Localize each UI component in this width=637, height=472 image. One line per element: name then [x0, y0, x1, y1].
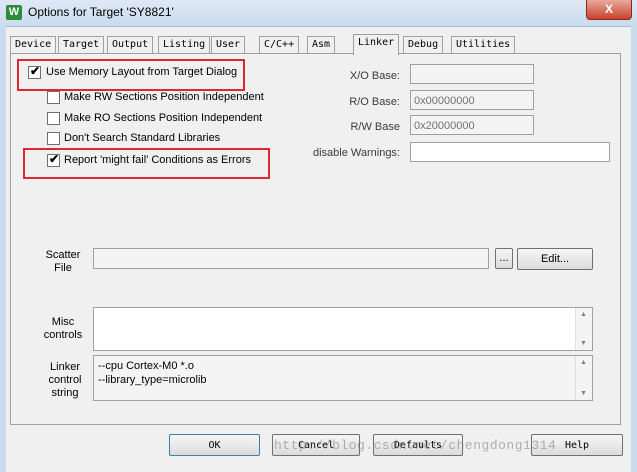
scatter-label-line2: File: [54, 262, 72, 274]
scroll-down-icon[interactable]: ▼: [580, 340, 587, 347]
ro-base-label: R/O Base:: [349, 96, 400, 108]
scatter-label-line1: Scatter: [45, 249, 81, 261]
rw-base-label: R/W Base: [350, 121, 400, 133]
tab-c-cpp[interactable]: C/C++: [259, 36, 300, 53]
rw-base-input[interactable]: 0x20000000: [410, 115, 534, 135]
scroll-up-icon[interactable]: ▲: [580, 311, 587, 318]
tab-user[interactable]: User: [211, 36, 246, 53]
ro-base-input[interactable]: 0x00000000: [410, 90, 534, 110]
linker-label-line2: control: [48, 374, 82, 386]
tab-asm[interactable]: Asm: [307, 36, 336, 53]
linker-control-line: --library_type=microlib: [98, 374, 207, 386]
watermark-text: http://blog.csdn.net/chengdong1314: [274, 438, 557, 453]
scatter-file-input[interactable]: [93, 248, 489, 269]
close-button[interactable]: X: [586, 0, 632, 20]
scatter-browse-button[interactable]: ...: [495, 248, 513, 269]
tab-listing[interactable]: Listing: [158, 36, 211, 53]
linker-control-textarea[interactable]: --cpu Cortex-M0 *.o --library_type=micro…: [93, 355, 593, 401]
tab-linker[interactable]: Linker: [353, 34, 400, 55]
disable-warnings-input[interactable]: [410, 142, 610, 162]
tab-device[interactable]: Device: [10, 36, 57, 53]
scroll-down-icon[interactable]: ▼: [580, 390, 587, 397]
window-frame-right: [631, 26, 637, 472]
ok-button[interactable]: OK: [169, 434, 260, 456]
rw-independent-checkbox[interactable]: [47, 91, 60, 104]
xo-base-label: X/O Base:: [349, 70, 400, 82]
use-memory-layout-checkbox[interactable]: ✔: [28, 64, 41, 79]
dont-search-std-checkbox[interactable]: [47, 132, 60, 145]
checkmark-icon: ✔: [49, 152, 60, 166]
dont-search-std-label: Don't Search Standard Libraries: [64, 132, 221, 144]
checkmark-icon: ✔: [30, 64, 41, 78]
tab-target[interactable]: Target: [58, 36, 105, 53]
rw-independent-label: Make RW Sections Position Independent: [64, 91, 264, 103]
scroll-up-icon[interactable]: ▲: [580, 359, 587, 366]
misc-label-line1: Misc: [51, 316, 75, 328]
linker-scrollbar[interactable]: ▲ ▼: [575, 356, 592, 400]
disable-warnings-label: disable Warnings:: [312, 147, 400, 159]
linker-label-line1: Linker: [50, 361, 80, 373]
linker-label-line3: string: [51, 387, 79, 399]
might-fail-label: Report 'might fail' Conditions as Errors: [64, 154, 251, 166]
window-frame-left: [0, 26, 6, 472]
misc-scrollbar[interactable]: ▲ ▼: [575, 308, 592, 350]
misc-controls-textarea[interactable]: ▲ ▼: [93, 307, 593, 351]
might-fail-checkbox[interactable]: ✔: [47, 152, 60, 167]
linker-control-line: --cpu Cortex-M0 *.o: [98, 360, 194, 372]
tab-debug[interactable]: Debug: [403, 36, 444, 53]
misc-controls-label: Misc controls: [30, 316, 96, 342]
app-icon: W: [6, 5, 22, 20]
ro-independent-label: Make RO Sections Position Independent: [64, 112, 263, 124]
tab-utilities[interactable]: Utilities: [451, 36, 516, 53]
linker-control-label: Linker control string: [30, 361, 100, 400]
misc-label-line2: controls: [43, 329, 83, 341]
window-title: Options for Target 'SY8821': [28, 5, 174, 19]
use-memory-layout-label: Use Memory Layout from Target Dialog: [46, 66, 238, 78]
scatter-file-label: Scatter File: [30, 249, 96, 275]
ro-independent-checkbox[interactable]: [47, 112, 60, 125]
scatter-edit-button[interactable]: Edit...: [517, 248, 593, 270]
tab-output[interactable]: Output: [107, 36, 154, 53]
xo-base-input[interactable]: [410, 64, 534, 84]
